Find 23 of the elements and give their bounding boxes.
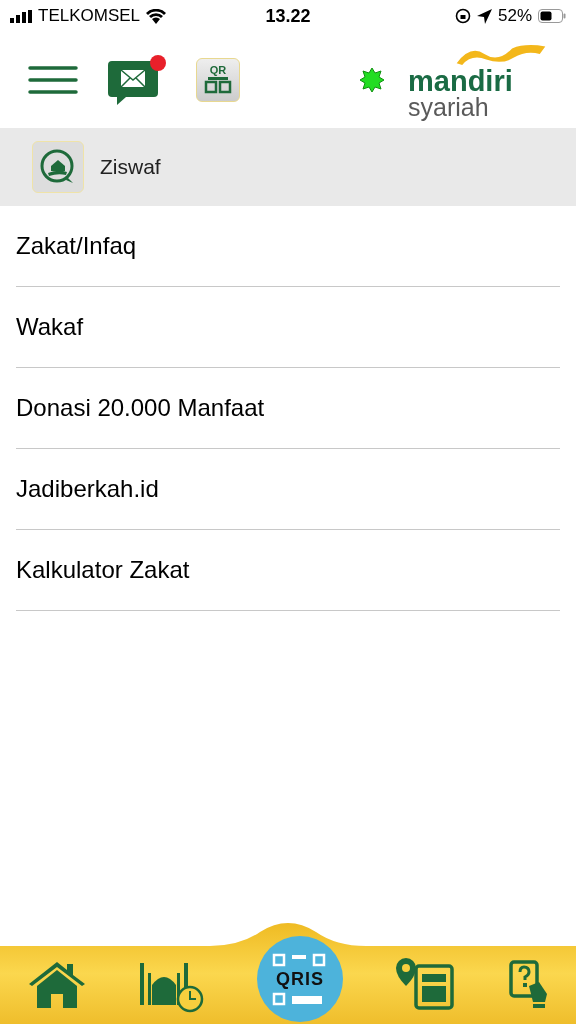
carrier-name: TELKOMSEL bbox=[38, 6, 141, 26]
menu-item[interactable]: Kalkulator Zakat bbox=[16, 530, 560, 611]
bank-logo: mandiri syariah bbox=[408, 41, 548, 119]
section-title: Ziswaf bbox=[100, 155, 161, 179]
menu-item[interactable]: Jadiberkah.id bbox=[16, 449, 560, 530]
atm-locator-button[interactable] bbox=[396, 958, 457, 1010]
battery-icon bbox=[538, 9, 566, 23]
signal-icon bbox=[10, 9, 32, 23]
menu-item[interactable]: Donasi 20.000 Manfaat bbox=[16, 368, 560, 449]
star-badge-icon bbox=[360, 68, 384, 92]
battery-percent: 52% bbox=[498, 6, 532, 26]
menu-button[interactable] bbox=[28, 65, 78, 95]
wifi-icon bbox=[146, 8, 167, 24]
clock-time: 13.22 bbox=[265, 5, 311, 27]
menu-item[interactable]: Zakat/Infaq bbox=[16, 206, 560, 287]
qr-code-icon bbox=[204, 75, 232, 96]
charity-house-icon bbox=[40, 149, 76, 185]
rotation-lock-icon bbox=[455, 8, 471, 24]
location-arrow-icon bbox=[477, 8, 492, 24]
qr-button[interactable]: QR bbox=[196, 58, 240, 102]
help-button[interactable] bbox=[509, 960, 550, 1008]
menu-item[interactable]: Wakaf bbox=[16, 287, 560, 368]
messages-button[interactable] bbox=[108, 55, 166, 105]
